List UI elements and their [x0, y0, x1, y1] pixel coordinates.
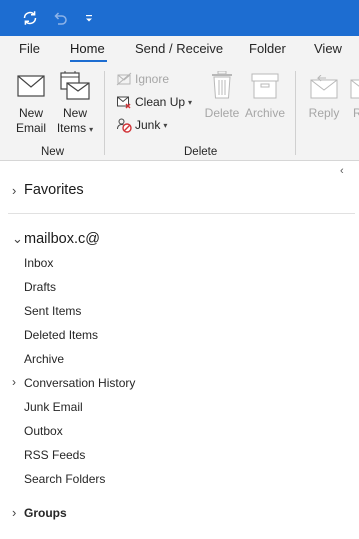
chevron-right-icon: ›: [12, 182, 17, 198]
groups-header[interactable]: › Groups: [12, 505, 67, 520]
chevron-down-icon: ▾: [163, 120, 168, 130]
ribbon: New Email New Items ▾ New Ignore Clean Up…: [0, 63, 359, 161]
new-email-label-2: Email: [15, 121, 46, 135]
junk-button[interactable]: Junk ▾: [115, 115, 167, 135]
group-label-new: New: [41, 146, 65, 158]
quick-access-toolbar: [0, 0, 359, 36]
mailbox-label: mailbox.c@: [24, 231, 100, 247]
junk-label: Junk: [135, 118, 161, 132]
divider: [8, 213, 355, 214]
folder-pane: ‹ › Favorites ⌄ mailbox.c@ Inbox Drafts …: [0, 162, 359, 539]
folder-inbox[interactable]: Inbox: [24, 256, 53, 270]
new-email-button[interactable]: New Email: [8, 71, 54, 143]
folder-archive[interactable]: Archive: [24, 352, 64, 366]
folder-deleted-items[interactable]: Deleted Items: [24, 328, 98, 342]
sync-icon[interactable]: [18, 6, 42, 30]
folder-outbox[interactable]: Outbox: [24, 424, 63, 438]
reply-all-icon: [350, 79, 359, 99]
folder-rss-feeds[interactable]: RSS Feeds: [24, 448, 85, 462]
new-email-label-1: New: [18, 106, 43, 120]
tab-send-receive[interactable]: Send / Receive: [135, 41, 223, 56]
trash-icon: [212, 71, 232, 99]
delete-button[interactable]: Delete: [202, 71, 242, 143]
chevron-down-icon: ▾: [188, 97, 193, 107]
group-separator: [295, 71, 296, 155]
favorites-header[interactable]: › Favorites: [12, 182, 84, 198]
customize-qat-icon[interactable]: [77, 6, 101, 30]
delete-label: Delete: [204, 106, 240, 120]
new-items-label-2-text: Items: [56, 121, 87, 135]
clean-up-icon: [115, 94, 132, 111]
ignore-button[interactable]: Ignore: [115, 69, 169, 89]
folder-search-folders[interactable]: Search Folders: [24, 472, 105, 486]
reply-all-label: R: [353, 106, 359, 120]
group-separator: [104, 71, 105, 155]
chevron-right-icon[interactable]: ›: [12, 375, 16, 389]
folder-conversation-history[interactable]: Conversation History: [24, 376, 135, 390]
chevron-right-icon: ›: [12, 505, 17, 520]
new-items-label-1: New: [62, 106, 87, 120]
ignore-icon: [115, 71, 132, 88]
mailbox-header[interactable]: ⌄ mailbox.c@: [12, 231, 100, 247]
favorites-label: Favorites: [24, 182, 84, 198]
new-items-button[interactable]: New Items ▾: [52, 71, 98, 143]
folder-sent-items[interactable]: Sent Items: [24, 304, 81, 318]
tab-file[interactable]: File: [19, 41, 40, 56]
new-items-label-2: Items ▾: [52, 121, 98, 137]
reply-label: Reply: [308, 106, 340, 120]
archive-button[interactable]: Archive: [243, 71, 287, 143]
reply-icon: [310, 75, 338, 99]
chevron-down-icon: ▾: [89, 125, 94, 134]
archive-icon: [251, 73, 279, 99]
archive-label: Archive: [244, 106, 285, 120]
groups-label: Groups: [24, 505, 67, 520]
ignore-label: Ignore: [135, 72, 170, 86]
junk-icon: [115, 117, 132, 134]
ribbon-tabs: File Home Send / Receive Folder View: [0, 36, 359, 63]
clean-up-label: Clean Up: [135, 95, 186, 109]
reply-button[interactable]: Reply: [303, 71, 345, 143]
folder-drafts[interactable]: Drafts: [24, 280, 56, 294]
clean-up-button[interactable]: Clean Up ▾: [115, 92, 192, 112]
undo-icon[interactable]: [48, 6, 72, 30]
chevron-down-icon: ⌄: [12, 231, 23, 246]
envelope-icon: [17, 75, 45, 97]
active-tab-indicator: [70, 60, 107, 62]
new-items-icon: [60, 71, 90, 100]
tab-folder[interactable]: Folder: [249, 41, 286, 56]
tab-view[interactable]: View: [314, 41, 342, 56]
folder-junk-email[interactable]: Junk Email: [24, 400, 83, 414]
reply-all-button[interactable]: R: [347, 71, 359, 143]
group-label-delete: Delete: [184, 146, 218, 158]
tab-home[interactable]: Home: [70, 41, 105, 56]
collapse-pane-icon[interactable]: ‹: [340, 165, 344, 177]
